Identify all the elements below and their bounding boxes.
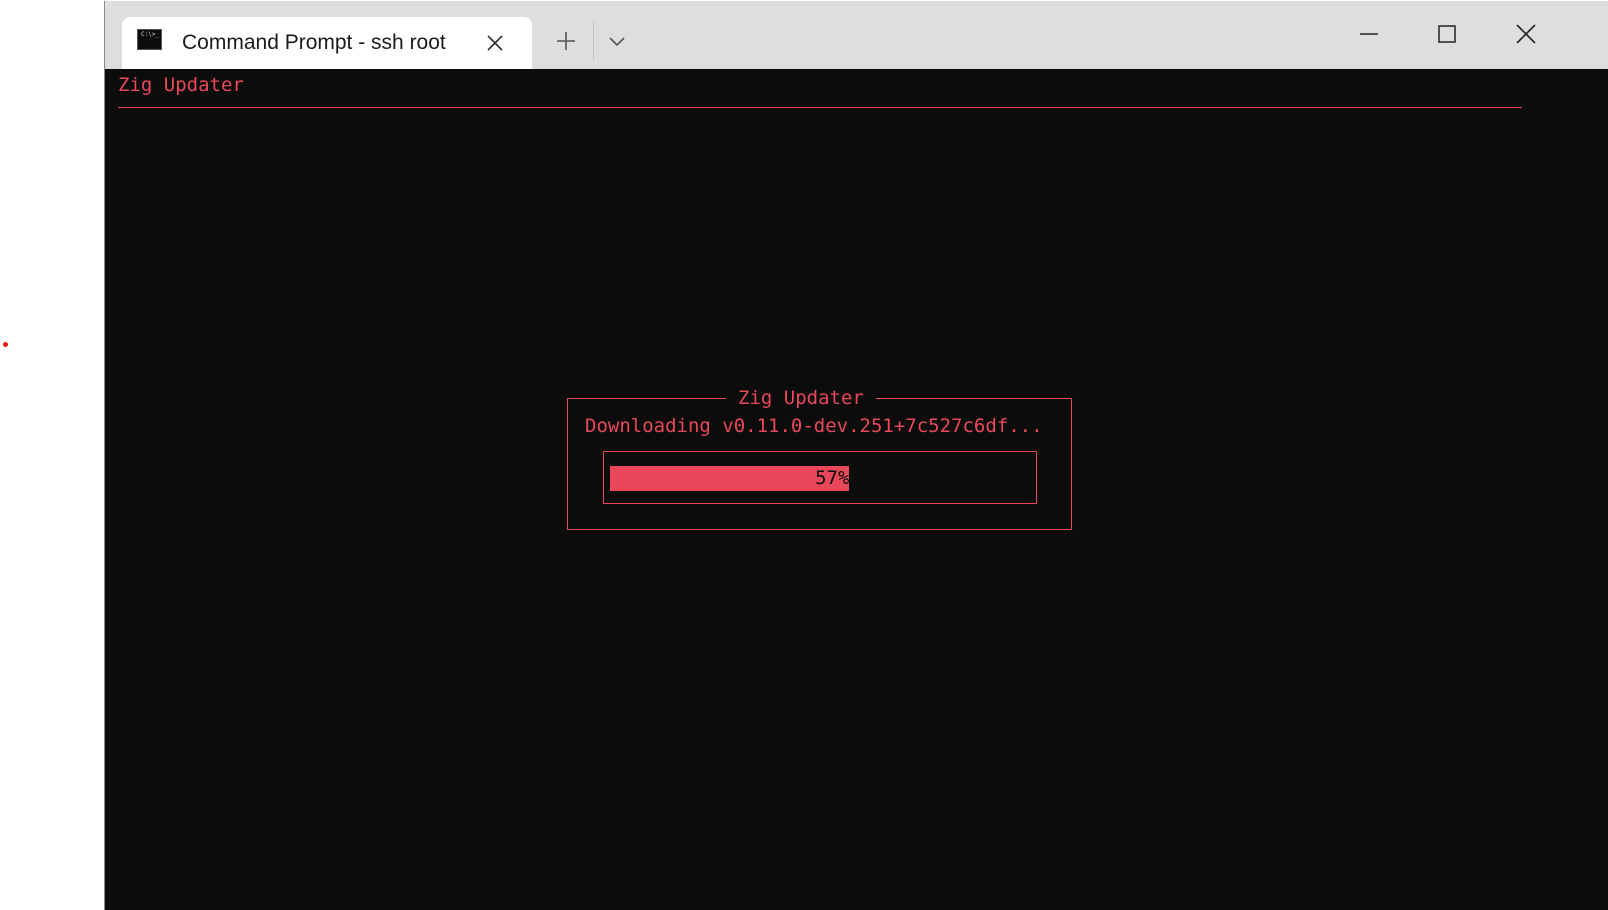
new-tab-button[interactable] xyxy=(553,28,579,54)
maximize-icon xyxy=(1438,25,1456,43)
maximize-button[interactable] xyxy=(1427,17,1467,53)
header-divider xyxy=(118,107,1522,108)
close-icon xyxy=(1516,24,1536,44)
progress-percent: 57% xyxy=(815,467,850,489)
terminal-content[interactable]: Zig Updater Zig Updater Downloading v0.1… xyxy=(105,69,1608,910)
tab-close-icon[interactable] xyxy=(484,32,506,54)
tab-title: Command Prompt - ssh root xyxy=(182,31,446,54)
tab-command-prompt[interactable]: C:\>_ Command Prompt - ssh root xyxy=(122,17,532,69)
minimize-icon xyxy=(1360,33,1378,35)
minimize-button[interactable] xyxy=(1349,17,1389,53)
chevron-down-icon xyxy=(609,37,625,47)
update-dialog: Zig Updater Downloading v0.11.0-dev.251+… xyxy=(567,386,1072,530)
dialog-title: Zig Updater xyxy=(726,386,876,410)
stray-red-dot xyxy=(3,342,8,347)
terminal-window: C:\>_ Command Prompt - ssh root Zig Upda… xyxy=(104,1,1608,910)
close-button[interactable] xyxy=(1506,17,1546,53)
tab-separator xyxy=(593,21,594,61)
title-bar: C:\>_ Command Prompt - ssh root xyxy=(105,1,1608,69)
tab-dropdown-button[interactable] xyxy=(607,31,627,51)
progress-track: 57% xyxy=(610,466,1030,491)
app-header-title: Zig Updater xyxy=(118,74,244,96)
progress-frame: 57% xyxy=(603,451,1037,504)
download-status: Downloading v0.11.0-dev.251+7c527c6df... xyxy=(585,415,1043,437)
cmd-icon: C:\>_ xyxy=(137,29,162,50)
progress-bar-fill: 57% xyxy=(610,466,850,491)
plus-icon xyxy=(557,32,575,50)
